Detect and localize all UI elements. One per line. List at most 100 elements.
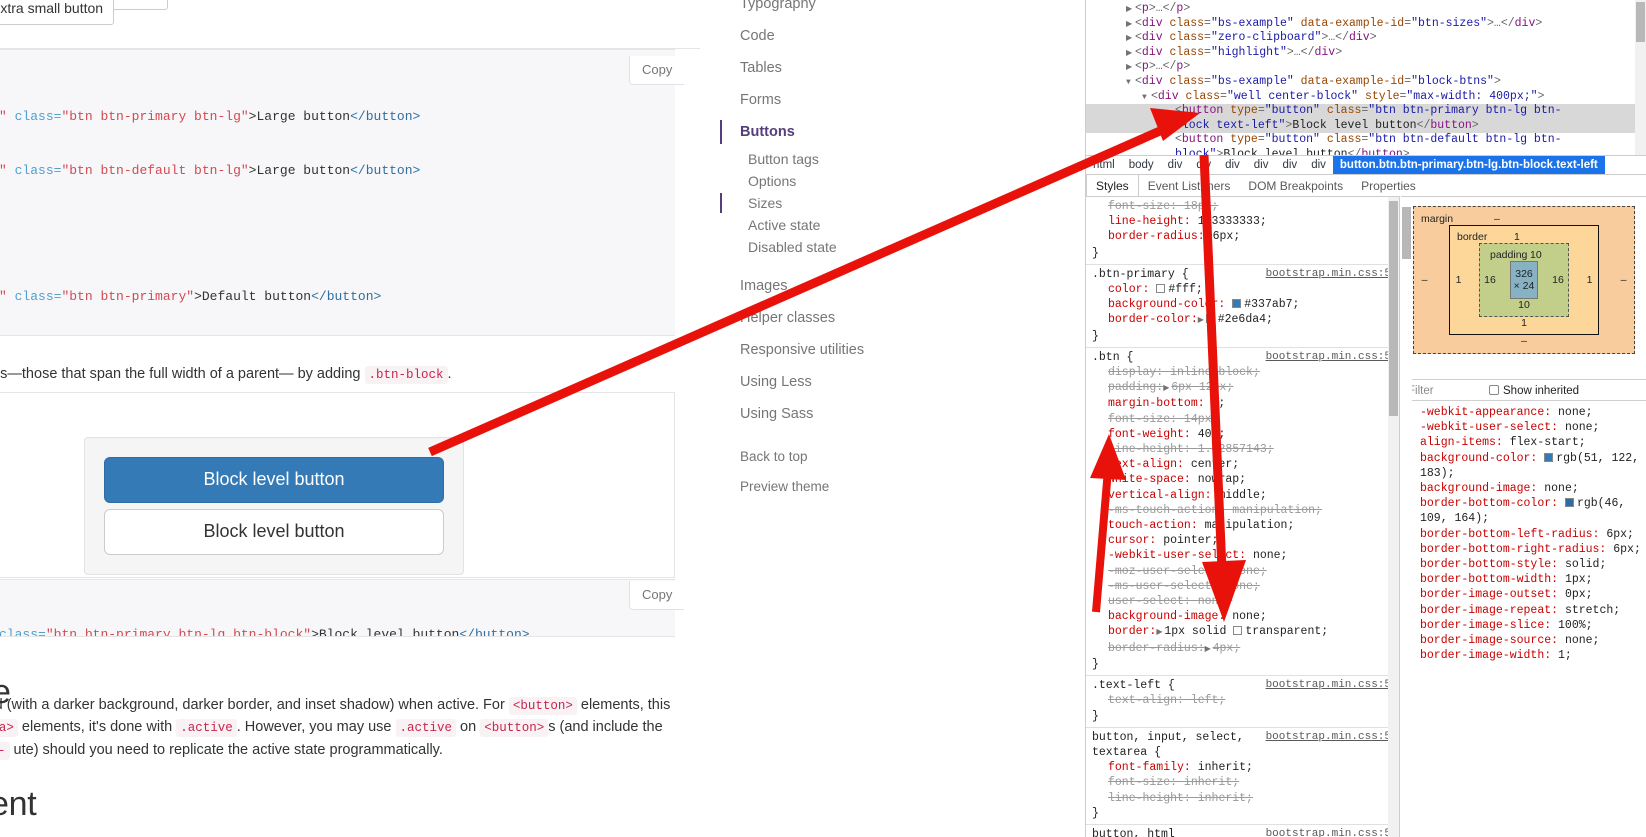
extra-small-button[interactable]: Extra small button [0, 0, 115, 25]
css-declaration[interactable]: ⚠ user-select: none; [1086, 594, 1399, 609]
color-swatch[interactable] [1205, 314, 1215, 324]
css-declaration[interactable]: cursor: pointer; [1086, 533, 1399, 548]
sidebar-item-button-tags[interactable]: Button tags [700, 148, 1085, 170]
css-declaration[interactable]: white-space: nowrap; [1086, 472, 1399, 487]
box-model-content[interactable]: 326 × 24 [1510, 261, 1538, 299]
border-left-value[interactable]: 1 [1452, 274, 1465, 286]
computed-declaration[interactable]: border-bottom-right-radius: 6px; [1406, 542, 1644, 557]
sidebar-item-responsive-utilities[interactable]: Responsive utilities [700, 334, 1085, 366]
padding-right-value[interactable]: 16 [1550, 274, 1566, 286]
computed-filter-bar[interactable]: Filter Show inherited [1401, 379, 1646, 401]
css-declaration[interactable]: -webkit-user-select: none; [1086, 548, 1399, 563]
css-declaration[interactable]: display: inline-block; [1086, 365, 1399, 380]
css-rule[interactable]: .btn-primary {bootstrap.min.css:5 color: … [1086, 265, 1399, 348]
sidebar-item-sizes[interactable]: Sizes [700, 192, 1085, 214]
dom-node-row[interactable]: ▶ <p>…</p> [1086, 2, 1646, 17]
devtools-tab-bar[interactable]: Styles Event Listeners DOM Breakpoints Prop… [1086, 174, 1646, 197]
chevron-right-icon[interactable]: ▶ [1126, 3, 1135, 18]
copy-button-sizes[interactable]: Copy [629, 56, 685, 86]
computed-declaration[interactable]: border-bottom-style: solid; [1406, 557, 1644, 572]
sidebar-item-images[interactable]: Images [700, 270, 1085, 302]
sidebar-item-preview-theme[interactable]: Preview theme [700, 472, 1085, 502]
dom-node-row[interactable]: ▶ <div class="bs-example" data-example-id… [1086, 17, 1646, 32]
sidebar-item-code[interactable]: Code [700, 20, 1085, 52]
chevron-right-icon[interactable]: ▶ [1126, 47, 1135, 62]
css-declaration[interactable]: -moz-user-select: none; [1086, 564, 1399, 579]
computed-declaration[interactable]: border-bottom-width: 1px; [1406, 572, 1644, 587]
css-declaration[interactable]: background-image: none; [1086, 609, 1399, 624]
dom-node-row[interactable]: ▶ <p>…</p> [1086, 60, 1646, 75]
computed-scrollbar[interactable] [1401, 197, 1412, 837]
chevron-right-icon[interactable]: ▶ [1205, 642, 1213, 657]
css-declaration[interactable]: font-weight: 400; [1086, 427, 1399, 442]
breadcrumb-item[interactable]: div [1161, 156, 1190, 174]
css-declaration[interactable]: border-radius:▶ 4px; [1086, 641, 1399, 657]
dom-node-row[interactable]: ▼ <div class="bs-example" data-example-id… [1086, 75, 1646, 90]
styles-scroll-thumb[interactable] [1389, 201, 1398, 416]
devtools-tab-dom-breakpoints[interactable]: DOM Breakpoints [1239, 175, 1352, 197]
css-declaration[interactable]: -ms-user-select: none; [1086, 579, 1399, 594]
border-right-value[interactable]: 1 [1583, 274, 1596, 286]
dom-node-row[interactable]: <button type="button" class="btn btn-def… [1086, 133, 1646, 148]
breadcrumb-item[interactable]: html [1086, 156, 1122, 174]
sidebar-item-active-state[interactable]: Active state [700, 214, 1085, 236]
computed-scroll-thumb[interactable] [1402, 207, 1411, 259]
breadcrumb-item[interactable]: div [1189, 156, 1218, 174]
margin-right-value[interactable]: – [1615, 274, 1632, 286]
computed-declaration[interactable]: align-items: flex-start; [1406, 435, 1644, 450]
css-rule[interactable]: button, input, select, textarea {bootstra… [1086, 728, 1399, 825]
css-declaration[interactable]: border:▶ 1px solid transparent; [1086, 624, 1399, 640]
css-declaration[interactable]: border-radius:▶ 6px; [1086, 229, 1399, 245]
css-rule[interactable]: .text-left {bootstrap.min.css:5 text-alig… [1086, 676, 1399, 728]
css-declaration[interactable]: border-color:▶ #2e6da4; [1086, 312, 1399, 328]
css-declaration[interactable]: font-size: inherit; [1086, 775, 1399, 790]
css-rule[interactable]: button, htmlinput[type=button], input[ty… [1086, 825, 1399, 837]
color-swatch[interactable] [1233, 626, 1243, 636]
breadcrumb-item[interactable]: div [1218, 156, 1247, 174]
css-declaration[interactable]: margin-bottom: 0; [1086, 396, 1399, 411]
breadcrumb-selected[interactable]: button.btn.btn-primary.btn-lg.btn-block.… [1332, 156, 1605, 174]
margin-top-value[interactable]: – [1494, 213, 1500, 225]
margin-left-value[interactable]: – [1416, 274, 1433, 286]
sidebar-item-buttons[interactable]: Buttons [700, 116, 1085, 148]
css-declaration[interactable]: line-height: 1.42857143; [1086, 442, 1399, 457]
css-source-link[interactable]: bootstrap.min.css:5 [1266, 827, 1391, 837]
sidebar-item-using-less[interactable]: Using Less [700, 366, 1085, 398]
chevron-down-icon[interactable]: ▼ [1142, 91, 1151, 106]
chevron-right-icon[interactable]: ▶ [1126, 61, 1135, 76]
show-inherited-toggle[interactable]: Show inherited [1489, 380, 1579, 402]
css-declaration[interactable]: touch-action: manipulation; [1086, 518, 1399, 533]
dom-node-row[interactable]: ▶ <div class="zero-clipboard">…</div> [1086, 31, 1646, 46]
sidebar-item-helper-classes[interactable]: Helper classes [700, 302, 1085, 334]
dom-tree[interactable]: ▶ <p>…</p> ▶ <div class="bs-example" data-e… [1086, 0, 1646, 155]
chevron-right-icon[interactable]: ▶ [1198, 313, 1206, 328]
breadcrumb[interactable]: html body div div div div div div button.btn.btn… [1086, 155, 1646, 174]
padding-left-value[interactable]: 16 [1482, 274, 1498, 286]
block-level-primary-button[interactable]: Block level button [104, 457, 444, 503]
css-rule[interactable]: font-size: 18px; line-height: 1.3333333; b… [1086, 197, 1399, 265]
devtools-tab-event-listeners[interactable]: Event Listeners [1139, 175, 1240, 197]
dom-node-row[interactable]: ▼ <div class="well center-block" style="m… [1086, 90, 1646, 105]
css-source-link[interactable]: bootstrap.min.css:5 [1266, 267, 1391, 282]
css-declaration[interactable]: background-color: #337ab7; [1086, 297, 1399, 312]
computed-declaration[interactable]: border-bottom-left-radius: 6px; [1406, 527, 1644, 542]
css-declaration[interactable]: vertical-align: middle; [1086, 488, 1399, 503]
computed-declaration[interactable]: background-image: none; [1406, 481, 1644, 496]
computed-declaration[interactable]: border-image-outset: 0px; [1406, 587, 1644, 602]
copy-button-block-btns[interactable]: Copy [629, 581, 685, 611]
dom-tree-scrollbar[interactable] [1635, 0, 1646, 155]
css-declaration[interactable]: text-align: center; [1086, 457, 1399, 472]
breadcrumb-item[interactable]: div [1247, 156, 1276, 174]
color-swatch[interactable] [1232, 299, 1242, 309]
border-top-value[interactable]: 1 [1514, 231, 1520, 243]
sidebar-item-options[interactable]: Options [700, 170, 1085, 192]
breadcrumb-item[interactable]: body [1122, 156, 1161, 174]
css-declaration[interactable]: font-size: 18px; [1086, 199, 1399, 214]
sidebar-item-disabled-state[interactable]: Disabled state [700, 236, 1085, 258]
color-swatch[interactable] [1564, 498, 1574, 508]
styles-scrollbar[interactable] [1388, 197, 1399, 837]
css-declaration[interactable]: font-size: 14px; [1086, 412, 1399, 427]
sidebar-item-typography[interactable]: Typography [700, 0, 1085, 20]
border-bottom-value[interactable]: 1 [1452, 317, 1596, 329]
computed-styles-pane[interactable]: margin – – border 1 1 padding 10 16 326 … [1401, 196, 1646, 837]
